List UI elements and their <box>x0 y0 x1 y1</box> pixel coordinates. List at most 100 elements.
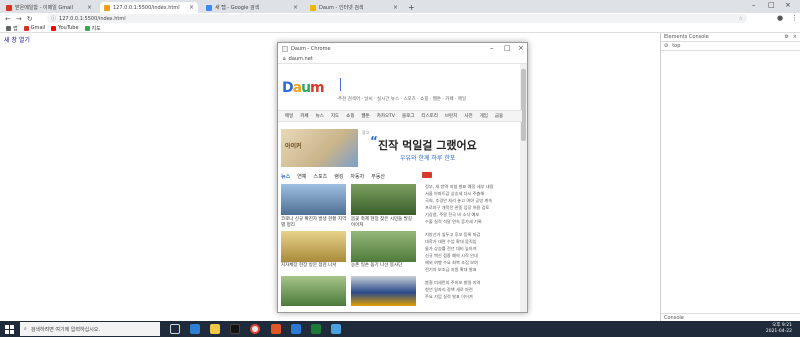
photos-icon[interactable] <box>331 324 341 334</box>
tab-ranking[interactable]: 랭킹 <box>334 173 343 180</box>
address-bar[interactable]: ⓘ 127.0.0.1:5500/index.html ☆ <box>47 14 747 23</box>
minimize-icon[interactable]: – <box>752 1 756 9</box>
system-tray[interactable]: 오후 9:21 2021-04-22 <box>766 323 792 335</box>
devtools-drawer[interactable]: Console <box>661 313 800 321</box>
tab-daum[interactable]: Daum - 인터넷 검색 × <box>306 2 402 13</box>
bookmark-youtube[interactable]: YouTube <box>51 25 79 31</box>
excel-icon[interactable] <box>311 324 321 334</box>
nav-item[interactable]: 메일 <box>285 113 293 119</box>
news-headline[interactable]: 국회, 추경안 처리 놓고 여야 공방 계속 <box>425 198 520 204</box>
search-input[interactable] <box>340 78 341 91</box>
news-headline[interactable]: 정부, 새 방역 지침 발표 예정 세부 내용 <box>425 184 520 190</box>
news-thumbnail[interactable] <box>351 231 416 262</box>
ad-headline[interactable]: 진작 먹일걸 그랬어요 <box>378 137 477 153</box>
news-thumbnail[interactable] <box>281 231 346 262</box>
popup-address-bar[interactable]: 🔒︎ daum.net <box>278 54 527 64</box>
news-headline[interactable]: 지방선거 앞두고 후보 등록 마감 <box>425 232 520 238</box>
popup-window[interactable]: Daum - Chrome – □ × 🔒︎ daum.net Daum 추천 … <box>277 42 528 313</box>
ad-tag: 광고 <box>362 130 370 135</box>
nav-item[interactable]: 티스토리 <box>421 113 438 119</box>
nav-item[interactable]: 카카오TV <box>377 113 395 119</box>
start-button[interactable] <box>0 321 18 337</box>
settings-gear-icon[interactable]: ⚙ <box>784 34 788 40</box>
ad-banner-image[interactable]: 아이커 <box>281 129 358 167</box>
nav-item[interactable]: 게임 <box>480 113 488 119</box>
tab-active[interactable]: 127.0.0.1:5500/index.html × <box>100 2 198 13</box>
tab-gmail[interactable]: 받은메일함 - 이메일 Gmail × <box>2 2 96 13</box>
chrome-icon[interactable] <box>250 324 260 334</box>
nav-item[interactable]: 블로그 <box>402 113 414 119</box>
app-icon[interactable] <box>271 324 281 334</box>
news-headline[interactable]: 수출 실적 석달 연속 증가세 기록 <box>425 219 520 225</box>
new-tab-button[interactable]: + <box>404 2 416 13</box>
tab-sports[interactable]: 스포츠 <box>313 173 327 180</box>
maximize-icon[interactable]: □ <box>504 44 511 52</box>
terminal-icon[interactable] <box>230 324 240 334</box>
news-headline[interactable]: 프로야구 개막전 관중 입장 허용 검토 <box>425 205 520 211</box>
news-headline[interactable]: 전기차 보조금 지원 확대 발표 <box>425 267 520 273</box>
news-headline[interactable]: 주요 기업 실적 발표 이어져 <box>425 294 520 300</box>
news-headline[interactable]: 청년 일자리 정책 새로 마련 <box>425 287 520 293</box>
news-thumbnail[interactable] <box>351 184 416 215</box>
nav-item[interactable]: 사전 <box>464 113 472 119</box>
task-view-icon[interactable] <box>170 324 180 334</box>
daum-logo[interactable]: Daum <box>282 80 325 96</box>
maximize-icon[interactable]: □ <box>768 1 775 9</box>
news-headline[interactable]: 물가 상승률 전년 대비 높아져 <box>425 246 520 252</box>
vscode-icon[interactable] <box>291 324 301 334</box>
close-icon[interactable]: × <box>290 4 298 11</box>
card-caption[interactable]: 지자체장 현장 방문 점검 나서 <box>281 263 347 269</box>
close-icon[interactable]: × <box>390 4 398 11</box>
nav-item[interactable]: 카페 <box>300 113 308 119</box>
news-headline[interactable]: 서울 아파트값 상승세 다시 주춤해 <box>425 191 520 197</box>
tab-news[interactable]: 뉴스 <box>281 173 290 180</box>
tab-google[interactable]: 새 탭 - Google 검색 × <box>202 2 302 13</box>
close-window-icon[interactable]: × <box>785 1 791 9</box>
tab-entertainment[interactable]: 연예 <box>297 173 306 180</box>
close-icon[interactable]: × <box>793 34 797 40</box>
nav-item[interactable]: 웹툰 <box>361 113 369 119</box>
card-caption[interactable]: 코로나 신규 확진자 발생 현황 지역별 정리 <box>281 217 347 229</box>
nav-item[interactable]: 브런치 <box>445 113 457 119</box>
close-icon[interactable]: × <box>186 4 194 11</box>
news-headline[interactable]: 신규 백신 접종 예약 시작 안내 <box>425 253 520 259</box>
tab-cars[interactable]: 자동차 <box>350 173 364 180</box>
forward-icon[interactable]: → <box>16 15 22 23</box>
devtools-tabs[interactable]: Elements Console ⚙ × <box>661 33 800 42</box>
news-thumbnail[interactable] <box>281 184 346 215</box>
bookmark-gmail[interactable]: Gmail <box>23 25 45 31</box>
card-caption[interactable]: 봄꽃 축제 현장 찾은 시민들 발길 이어져 <box>351 217 417 229</box>
news-thumbnail[interactable] <box>351 276 416 306</box>
news-thumbnail[interactable] <box>281 276 346 306</box>
nav-item[interactable]: 지도 <box>331 113 339 119</box>
news-headline[interactable]: 대학가 대면 수업 확대 움직임 <box>425 239 520 245</box>
nav-item[interactable]: 쇼핑 <box>346 113 354 119</box>
profile-icon[interactable]: ● <box>777 14 783 22</box>
edge-icon[interactable] <box>190 324 200 334</box>
menu-icon[interactable]: ⋮ <box>791 14 798 22</box>
card-caption[interactable]: 농촌 일손 돕기 나선 봉사단 <box>351 263 417 269</box>
tab-realestate[interactable]: 부동산 <box>371 173 385 180</box>
bookmark-maps[interactable]: 지도 <box>84 25 101 32</box>
context-filter[interactable]: top <box>672 43 680 49</box>
open-window-link[interactable]: 새 창 열기 <box>4 35 30 44</box>
nav-item[interactable]: 뉴스 <box>316 113 324 119</box>
bookmark-apps[interactable]: 앱 <box>6 25 18 32</box>
news-headline[interactable]: 봄철 미세먼지 주의보 발령 지역 <box>425 280 520 286</box>
more-button[interactable] <box>422 172 432 178</box>
clear-console-icon[interactable]: ⊘ <box>664 43 668 49</box>
minimize-icon[interactable]: – <box>490 44 494 52</box>
taskbar-search[interactable]: ⌕ 검색하려면 여기에 입력하십시오. <box>20 322 160 336</box>
reload-icon[interactable]: ↻ <box>27 15 33 23</box>
star-icon[interactable]: ☆ <box>739 16 743 22</box>
back-icon[interactable]: ← <box>5 15 11 23</box>
close-icon[interactable]: × <box>84 4 92 11</box>
nav-item[interactable]: 금융 <box>495 113 503 119</box>
keyword-list[interactable]: 추천 검색어 · 날씨 · 실시간 뉴스 · 스포츠 · 쇼핑 · 웹툰 · 카… <box>338 96 466 102</box>
news-headline[interactable]: 기상청, 주말 전국 비 소식 예보 <box>425 212 520 218</box>
tab-strip: 받은메일함 - 이메일 Gmail × 127.0.0.1:5500/index… <box>0 0 800 13</box>
ad-subline[interactable]: 우유와 한께 하루 한포 <box>400 153 455 162</box>
close-icon[interactable]: × <box>518 44 524 52</box>
file-explorer-icon[interactable] <box>210 324 220 334</box>
news-headline[interactable]: 해외 여행 수요 회복 조짐 보여 <box>425 260 520 266</box>
